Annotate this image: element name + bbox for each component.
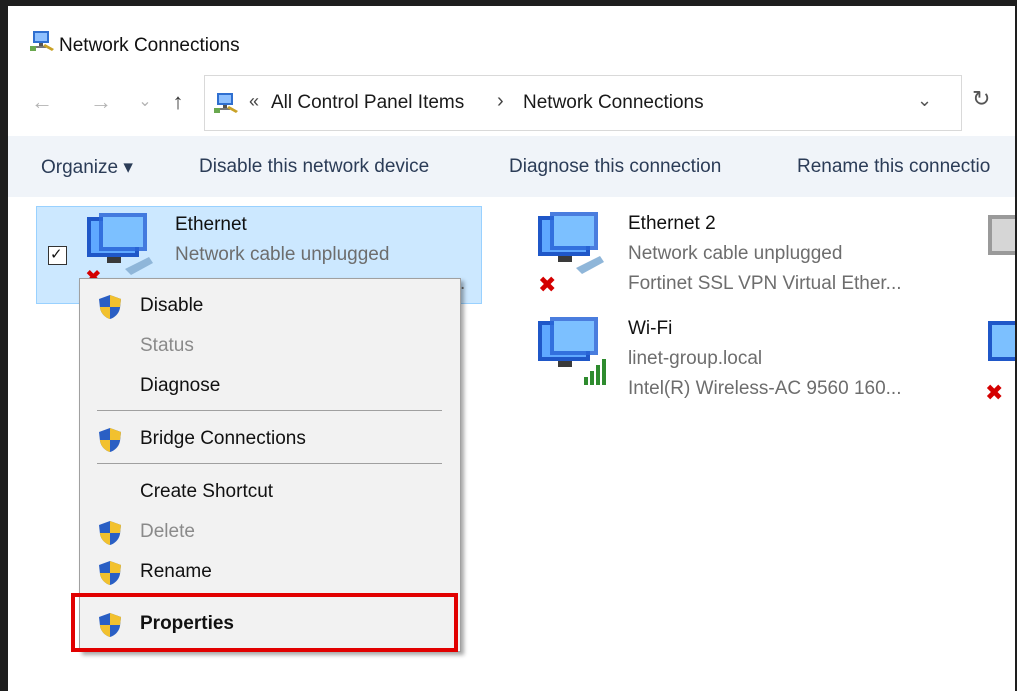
connection-status: Network cable unplugged: [175, 244, 390, 265]
recent-locations-icon[interactable]: ⌄: [131, 82, 159, 122]
uac-shield-icon: [99, 295, 121, 319]
address-overflow-icon[interactable]: «: [249, 91, 259, 112]
error-x-icon: ✖: [538, 272, 557, 297]
diagnose-connection-button[interactable]: Diagnose this connection: [509, 156, 721, 178]
address-bar[interactable]: « All Control Panel Items › Network Conn…: [204, 75, 962, 131]
menu-item-bridge-connections[interactable]: Bridge Connections: [80, 421, 460, 457]
menu-item-diagnose[interactable]: Diagnose: [80, 368, 460, 404]
connection-name: Wi-Fi: [628, 318, 673, 339]
title-bar: Network Connections: [8, 6, 1015, 68]
menu-separator: [97, 463, 442, 464]
network-adapter-icon: [988, 215, 1015, 255]
breadcrumb-chevron-icon[interactable]: ›: [497, 90, 504, 113]
uac-shield-icon: [99, 428, 121, 452]
rename-connection-button[interactable]: Rename this connectio: [797, 156, 990, 178]
uac-shield-icon: [99, 561, 121, 585]
uac-shield-icon: [99, 521, 121, 545]
connection-name: Ethernet: [175, 214, 247, 235]
connection-wifi[interactable]: Wi-Fi linet-group.local Intel(R) Wireles…: [526, 311, 956, 407]
control-panel-icon: [214, 93, 238, 113]
wireless-adapter-icon: [538, 317, 606, 385]
check-icon: ✓: [50, 246, 63, 263]
window-frame-left: [0, 0, 8, 691]
menu-item-label: Delete: [140, 521, 195, 542]
connection-status: linet-group.local: [628, 348, 763, 369]
item-checkbox[interactable]: ✓: [48, 246, 67, 265]
connection-device: Intel(R) Wireless-AC 9560 160...: [628, 378, 902, 399]
menu-item-disable[interactable]: Disable: [80, 288, 460, 324]
annotation-highlight-box: [71, 593, 458, 652]
connection-status: Network cable unplugged: [628, 243, 843, 264]
back-icon[interactable]: ←: [28, 82, 56, 122]
refresh-icon[interactable]: ↻: [972, 86, 990, 112]
network-connections-icon: [30, 31, 54, 51]
disable-device-button[interactable]: Disable this network device: [199, 156, 429, 178]
connection-name: Ethernet 2: [628, 213, 716, 234]
organize-button[interactable]: Organize ▾: [41, 156, 133, 179]
window-title: Network Connections: [59, 35, 240, 56]
connection-ethernet-2[interactable]: ✖ Ethernet 2 Network cable unplugged For…: [526, 206, 956, 302]
forward-icon[interactable]: →: [87, 82, 115, 122]
menu-separator: [97, 410, 442, 411]
breadcrumb-network-connections[interactable]: Network Connections: [523, 92, 704, 114]
network-adapter-icon: [988, 321, 1015, 361]
breadcrumb-all-control-panel-items[interactable]: All Control Panel Items: [271, 92, 464, 114]
menu-item-label: Status: [140, 335, 194, 356]
menu-item-label: Bridge Connections: [140, 428, 306, 449]
command-bar: Organize ▾ Disable this network device D…: [8, 136, 1015, 197]
menu-item-label: Create Shortcut: [140, 481, 274, 502]
menu-item-rename[interactable]: Rename: [80, 554, 460, 590]
menu-item-delete[interactable]: Delete: [80, 514, 460, 550]
menu-item-label: Diagnose: [140, 375, 221, 396]
connection-device: Fortinet SSL VPN Virtual Ether...: [628, 273, 902, 294]
menu-item-label: Disable: [140, 295, 204, 316]
menu-item-status[interactable]: Status: [80, 328, 460, 364]
navigation-bar: ← → ⌄ ↑ « All Control Panel Items › Netw…: [8, 68, 1015, 136]
menu-item-create-shortcut[interactable]: Create Shortcut: [80, 474, 460, 510]
up-icon[interactable]: ↑: [164, 82, 192, 122]
error-x-icon: ✖: [985, 380, 1004, 405]
menu-item-label: Rename: [140, 561, 212, 582]
address-dropdown-icon[interactable]: ⌄: [917, 90, 932, 111]
